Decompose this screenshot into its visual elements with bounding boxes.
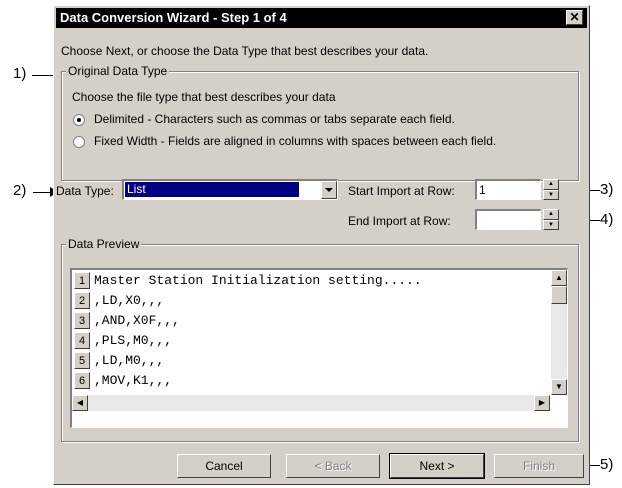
data-type-select[interactable]: List (122, 179, 338, 200)
close-button[interactable]: ✕ (566, 10, 583, 25)
wizard-dialog: Data Conversion Wizard - Step 1 of 4 ✕ C… (53, 5, 590, 485)
radio-delimited[interactable] (73, 114, 85, 126)
file-type-prompt: Choose the file type that best describes… (72, 90, 336, 104)
intro-text: Choose Next, or choose the Data Type tha… (61, 44, 429, 58)
scroll-right-icon[interactable]: ▶ (534, 395, 550, 411)
data-type-label: Data Type: (56, 184, 114, 198)
data-type-value: List (127, 182, 146, 196)
start-import-label: Start Import at Row: (348, 184, 455, 198)
start-import-input[interactable]: 1 (475, 179, 541, 200)
callout-1: 1) (13, 65, 27, 82)
vertical-scrollbar[interactable]: ▲ ▼ (551, 270, 567, 395)
close-icon: ✕ (569, 10, 580, 24)
row-text: ,AND,X0F,,, (94, 313, 180, 328)
table-row: 1 Master Station Initialization setting.… (72, 272, 567, 292)
data-preview-grid[interactable]: 1 Master Station Initialization setting.… (70, 268, 568, 428)
row-number: 5 (74, 352, 90, 369)
row-text: ,PLS,M0,,, (94, 333, 173, 348)
row-text: ,LD,X0,,, (94, 293, 165, 308)
dropdown-button[interactable] (321, 181, 337, 199)
table-row: 6 ,MOV,K1,,, (72, 372, 567, 392)
table-row: 2 ,LD,X0,,, (72, 292, 567, 312)
row-number: 3 (74, 312, 90, 329)
spin-up-icon[interactable]: ▲ (543, 209, 559, 220)
data-type-selected: List (125, 182, 299, 197)
spin-down-icon[interactable]: ▼ (543, 219, 559, 230)
callout-2-line (33, 192, 51, 193)
radio-fixed-width[interactable] (73, 136, 85, 148)
scroll-left-icon[interactable]: ◀ (72, 395, 88, 411)
scroll-down-icon[interactable]: ▼ (551, 379, 567, 395)
row-number: 6 (74, 372, 90, 389)
chevron-down-icon (325, 188, 333, 192)
row-text: Master Station Initialization setting...… (94, 273, 422, 288)
row-number: 4 (74, 332, 90, 349)
cancel-button[interactable]: Cancel (177, 454, 271, 478)
radio-fixed-width-label[interactable]: Fixed Width - Fields are aligned in colu… (94, 134, 496, 148)
row-text: ,MOV,K1,,, (94, 373, 173, 388)
scroll-thumb[interactable] (551, 286, 567, 304)
window-title: Data Conversion Wizard - Step 1 of 4 (60, 10, 287, 25)
end-import-label: End Import at Row: (348, 214, 451, 228)
horizontal-scrollbar[interactable]: ◀ ▶ (72, 395, 550, 411)
table-row: 3 ,AND,X0F,,, (72, 312, 567, 332)
callout-4: 4) (600, 211, 614, 228)
callout-2: 2) (13, 182, 27, 199)
start-import-spinner[interactable]: ▲ ▼ (543, 179, 559, 200)
row-text: ,LD,M0,,, (94, 353, 165, 368)
next-button[interactable]: Next > (389, 453, 485, 479)
finish-button[interactable]: Finish (494, 454, 584, 478)
spin-down-icon[interactable]: ▼ (543, 189, 559, 200)
end-import-spinner[interactable]: ▲ ▼ (543, 209, 559, 230)
radio-delimited-label[interactable]: Delimited - Characters such as commas or… (94, 112, 455, 126)
callout-5: 5) (600, 456, 614, 473)
start-import-value: 1 (479, 183, 486, 197)
end-import-input[interactable] (475, 209, 541, 230)
title-bar: Data Conversion Wizard - Step 1 of 4 ✕ (56, 8, 587, 28)
table-row: 5 ,LD,M0,,, (72, 352, 567, 372)
row-number: 1 (74, 272, 90, 289)
back-button[interactable]: < Back (286, 454, 380, 478)
scroll-up-icon[interactable]: ▲ (551, 270, 567, 286)
original-data-type-legend: Original Data Type (66, 64, 170, 78)
table-row: 4 ,PLS,M0,,, (72, 332, 567, 352)
data-preview-legend: Data Preview (66, 237, 142, 251)
original-data-type-group (61, 71, 579, 181)
row-number: 2 (74, 292, 90, 309)
spin-up-icon[interactable]: ▲ (543, 179, 559, 190)
callout-3: 3) (600, 181, 614, 198)
